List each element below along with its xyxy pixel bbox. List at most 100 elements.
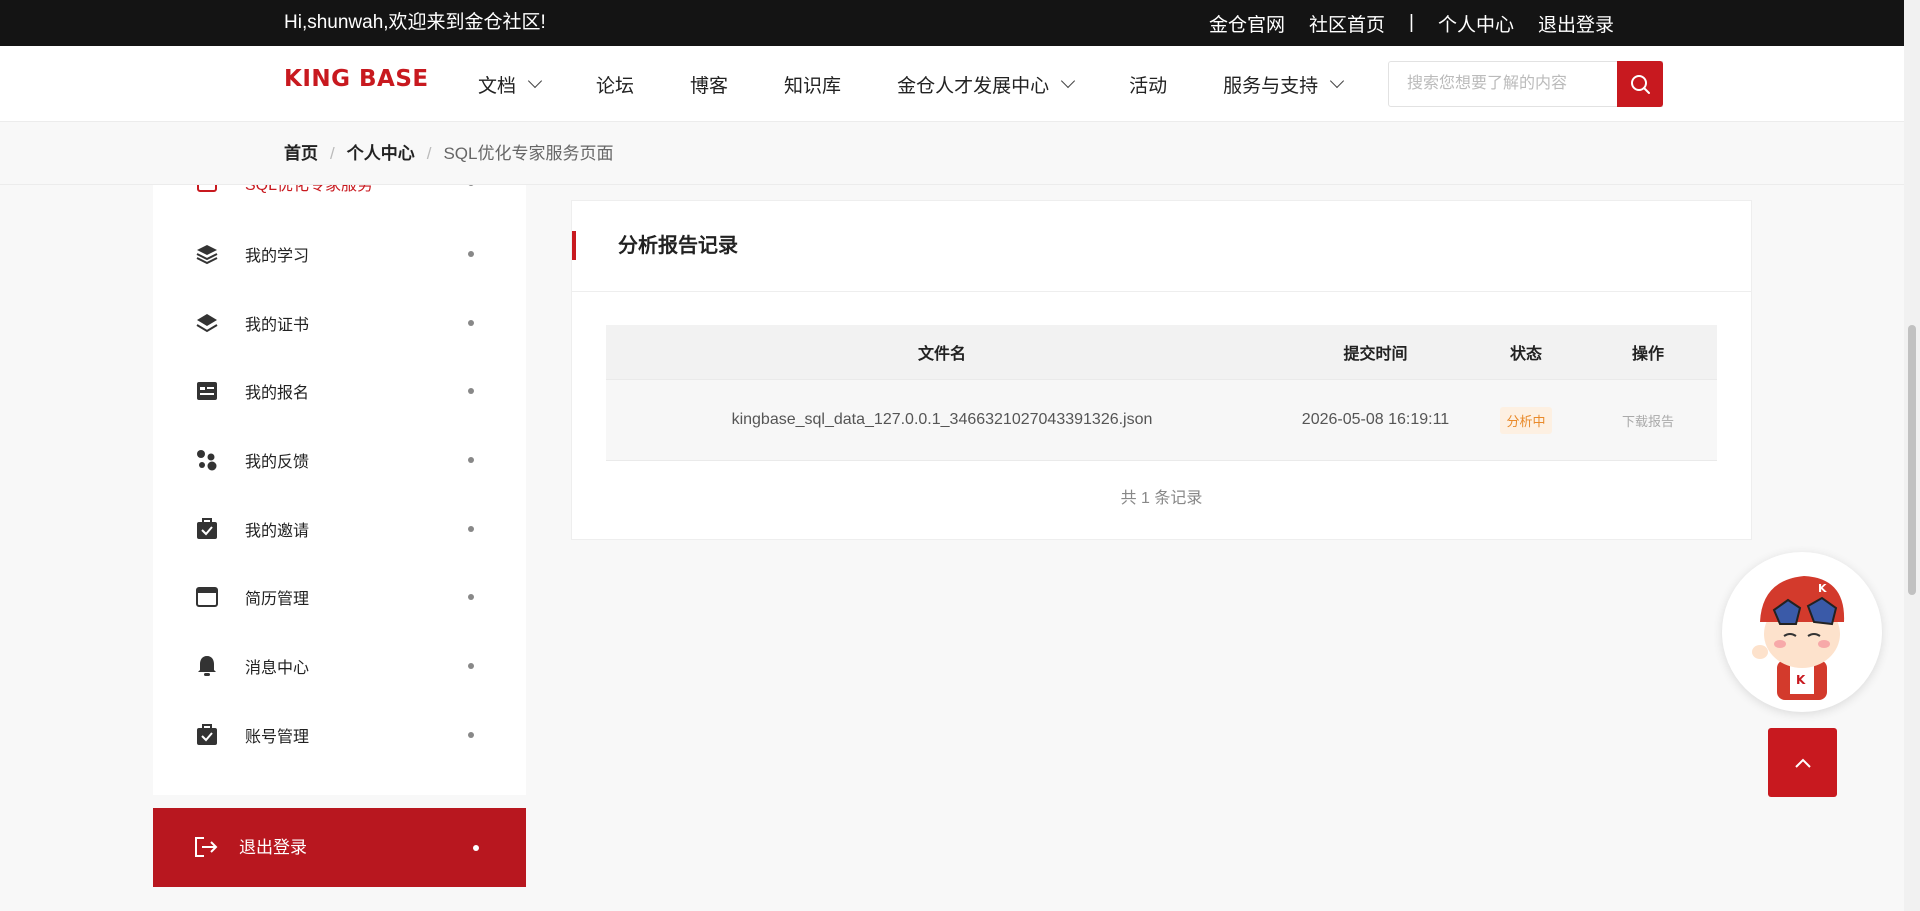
window-icon [196,587,218,607]
status-badge: 分析中 [1500,406,1552,434]
nav-talent-center[interactable]: 金仓人才发展中心 [897,71,1076,98]
sidebar-dot [468,251,474,257]
col-submit-time: 提交时间 [1343,346,1408,363]
sidebar-item-resume[interactable]: 简历管理 [153,563,526,631]
briefcase-icon [197,724,217,745]
sidebar-item-my-certificates[interactable]: 我的证书 [153,289,526,357]
card-header: 分析报告记录 [572,201,1751,292]
kingbase-logo[interactable]: KING BASE [284,66,429,92]
sidebar-item-messages[interactable]: 消息中心 [153,632,526,700]
table-row: kingbase_sql_data_127.0.0.1_346632102704… [606,379,1717,461]
sidebar-item-label: 我的邀请 [245,523,310,540]
sidebar-item-label: 我的学习 [245,248,310,265]
sidebar-item-my-registrations[interactable]: 我的报名 [153,357,526,425]
report-card: 分析报告记录 文件名 提交时间 状态 操作 kingbase_sql_data_… [571,200,1752,540]
sidebar-item-label: 简历管理 [245,591,310,608]
sidebar-item-my-invitations[interactable]: 我的邀请 [153,495,526,563]
scrollbar-thumb[interactable] [1908,325,1916,595]
layers-icon [196,314,218,333]
top-links: 金仓官网 社区首页 | 个人中心 退出登录 [1209,0,1614,46]
col-status: 状态 [1509,346,1542,363]
logout-label: 退出登录 [239,838,307,857]
svg-text:K: K [1818,582,1827,595]
breadcrumb-personal-center[interactable]: 个人中心 [347,122,415,185]
layers-icon [196,245,218,265]
main-header: KING BASE 文档 论坛 博客 知识库 金仓人才发展中心 活动 服务与支持… [0,46,1904,122]
nav-blog[interactable]: 博客 [690,71,728,98]
cell-submit-time: 2026-05-08 16:19:11 [1301,411,1450,428]
table-header: 文件名 提交时间 状态 操作 [606,325,1717,379]
sidebar: SQL优化专家服务 我的学习 我的证书 我的报名 我的反馈 我的邀请 简历管理 … [153,185,526,795]
cell-action: 下载报告 [1579,380,1717,460]
feedback-icon [197,450,217,471]
breadcrumb: 首页 / 个人中心 / SQL优化专家服务页面 [0,122,1904,185]
nav-events[interactable]: 活动 [1129,71,1167,98]
title-accent-bar [572,231,576,260]
nav-docs-label: 文档 [478,75,517,97]
sidebar-dot [468,457,474,463]
search-icon [1631,75,1650,94]
card-title: 分析报告记录 [618,235,738,257]
sidebar-dot [468,526,474,532]
logout-icon [195,837,218,857]
chevron-down-icon [527,73,543,89]
sidebar-item-label: 我的报名 [245,385,310,402]
breadcrumb-separator: / [426,144,432,163]
svg-text:K: K [1796,673,1806,687]
sidebar-item-label: 消息中心 [245,660,310,677]
sidebar-dot [468,320,474,326]
report-table: 文件名 提交时间 状态 操作 kingbase_sql_data_127.0.0… [606,325,1717,461]
briefcase-icon [197,518,217,539]
nav-knowledge-label: 知识库 [784,75,842,97]
sidebar-item-label: 我的反馈 [245,454,310,471]
back-to-top-button[interactable] [1768,728,1837,797]
logout-link[interactable]: 退出登录 [1538,10,1614,37]
sidebar-dot [468,594,474,600]
greeting-text: Hi,shunwah,欢迎来到金仓社区! [284,12,546,33]
sidebar-item-label: 我的证书 [245,317,310,334]
sidebar-item-my-learning[interactable]: 我的学习 [153,220,526,288]
community-home-link[interactable]: 社区首页 [1309,10,1385,37]
sidebar-dot [468,732,474,738]
col-action: 操作 [1631,346,1664,363]
nav-blog-label: 博客 [690,75,729,97]
sidebar-item-label: SQL优化专家服务 [245,185,374,194]
top-bar: Hi,shunwah,欢迎来到金仓社区! 金仓官网 社区首页 | 个人中心 退出… [0,0,1904,46]
main-nav: 文档 论坛 博客 知识库 金仓人才发展中心 活动 服务与支持 [478,46,1398,122]
sidebar-item-my-feedback[interactable]: 我的反馈 [153,426,526,494]
nav-forum-label: 论坛 [596,75,635,97]
nav-knowledge-base[interactable]: 知识库 [784,71,841,98]
sql-icon [197,185,217,192]
nav-talent-label: 金仓人才发展中心 [897,75,1050,97]
official-site-link[interactable]: 金仓官网 [1209,10,1285,37]
chevron-up-icon [1794,758,1811,768]
bell-icon [198,656,216,676]
download-report-link[interactable]: 下载报告 [1622,411,1674,430]
breadcrumb-home[interactable]: 首页 [284,122,318,185]
nav-events-label: 活动 [1129,75,1168,97]
breadcrumb-separator: / [330,144,335,163]
cell-filename: kingbase_sql_data_127.0.0.1_346632102704… [731,411,1153,428]
sidebar-dot [468,185,474,186]
nav-docs[interactable]: 文档 [478,71,543,98]
chevron-down-icon [1330,73,1345,89]
link-separator: | [1409,12,1414,33]
sidebar-item-label: 账号管理 [245,729,310,746]
nav-service-support[interactable]: 服务与支持 [1223,71,1345,98]
mascot-avatar[interactable]: K K [1722,552,1882,712]
sidebar-dot [473,845,479,851]
nav-service-label: 服务与支持 [1223,75,1319,97]
page-scrollbar[interactable] [1904,0,1920,911]
sidebar-item-account[interactable]: 账号管理 [153,701,526,769]
nav-forum[interactable]: 论坛 [596,71,634,98]
sidebar-dot [468,388,474,394]
sidebar-logout-button[interactable]: 退出登录 [153,808,526,887]
personal-center-link[interactable]: 个人中心 [1438,10,1514,37]
sidebar-dot [468,663,474,669]
form-icon [197,382,217,400]
breadcrumb-current: SQL优化专家服务页面 [443,144,614,163]
sidebar-item-sql-expert[interactable]: SQL优化专家服务 [153,185,526,217]
mascot-icon: K K [1752,576,1845,700]
total-count: 共 1 条记录 [1120,490,1203,507]
search-button[interactable] [1617,61,1663,107]
